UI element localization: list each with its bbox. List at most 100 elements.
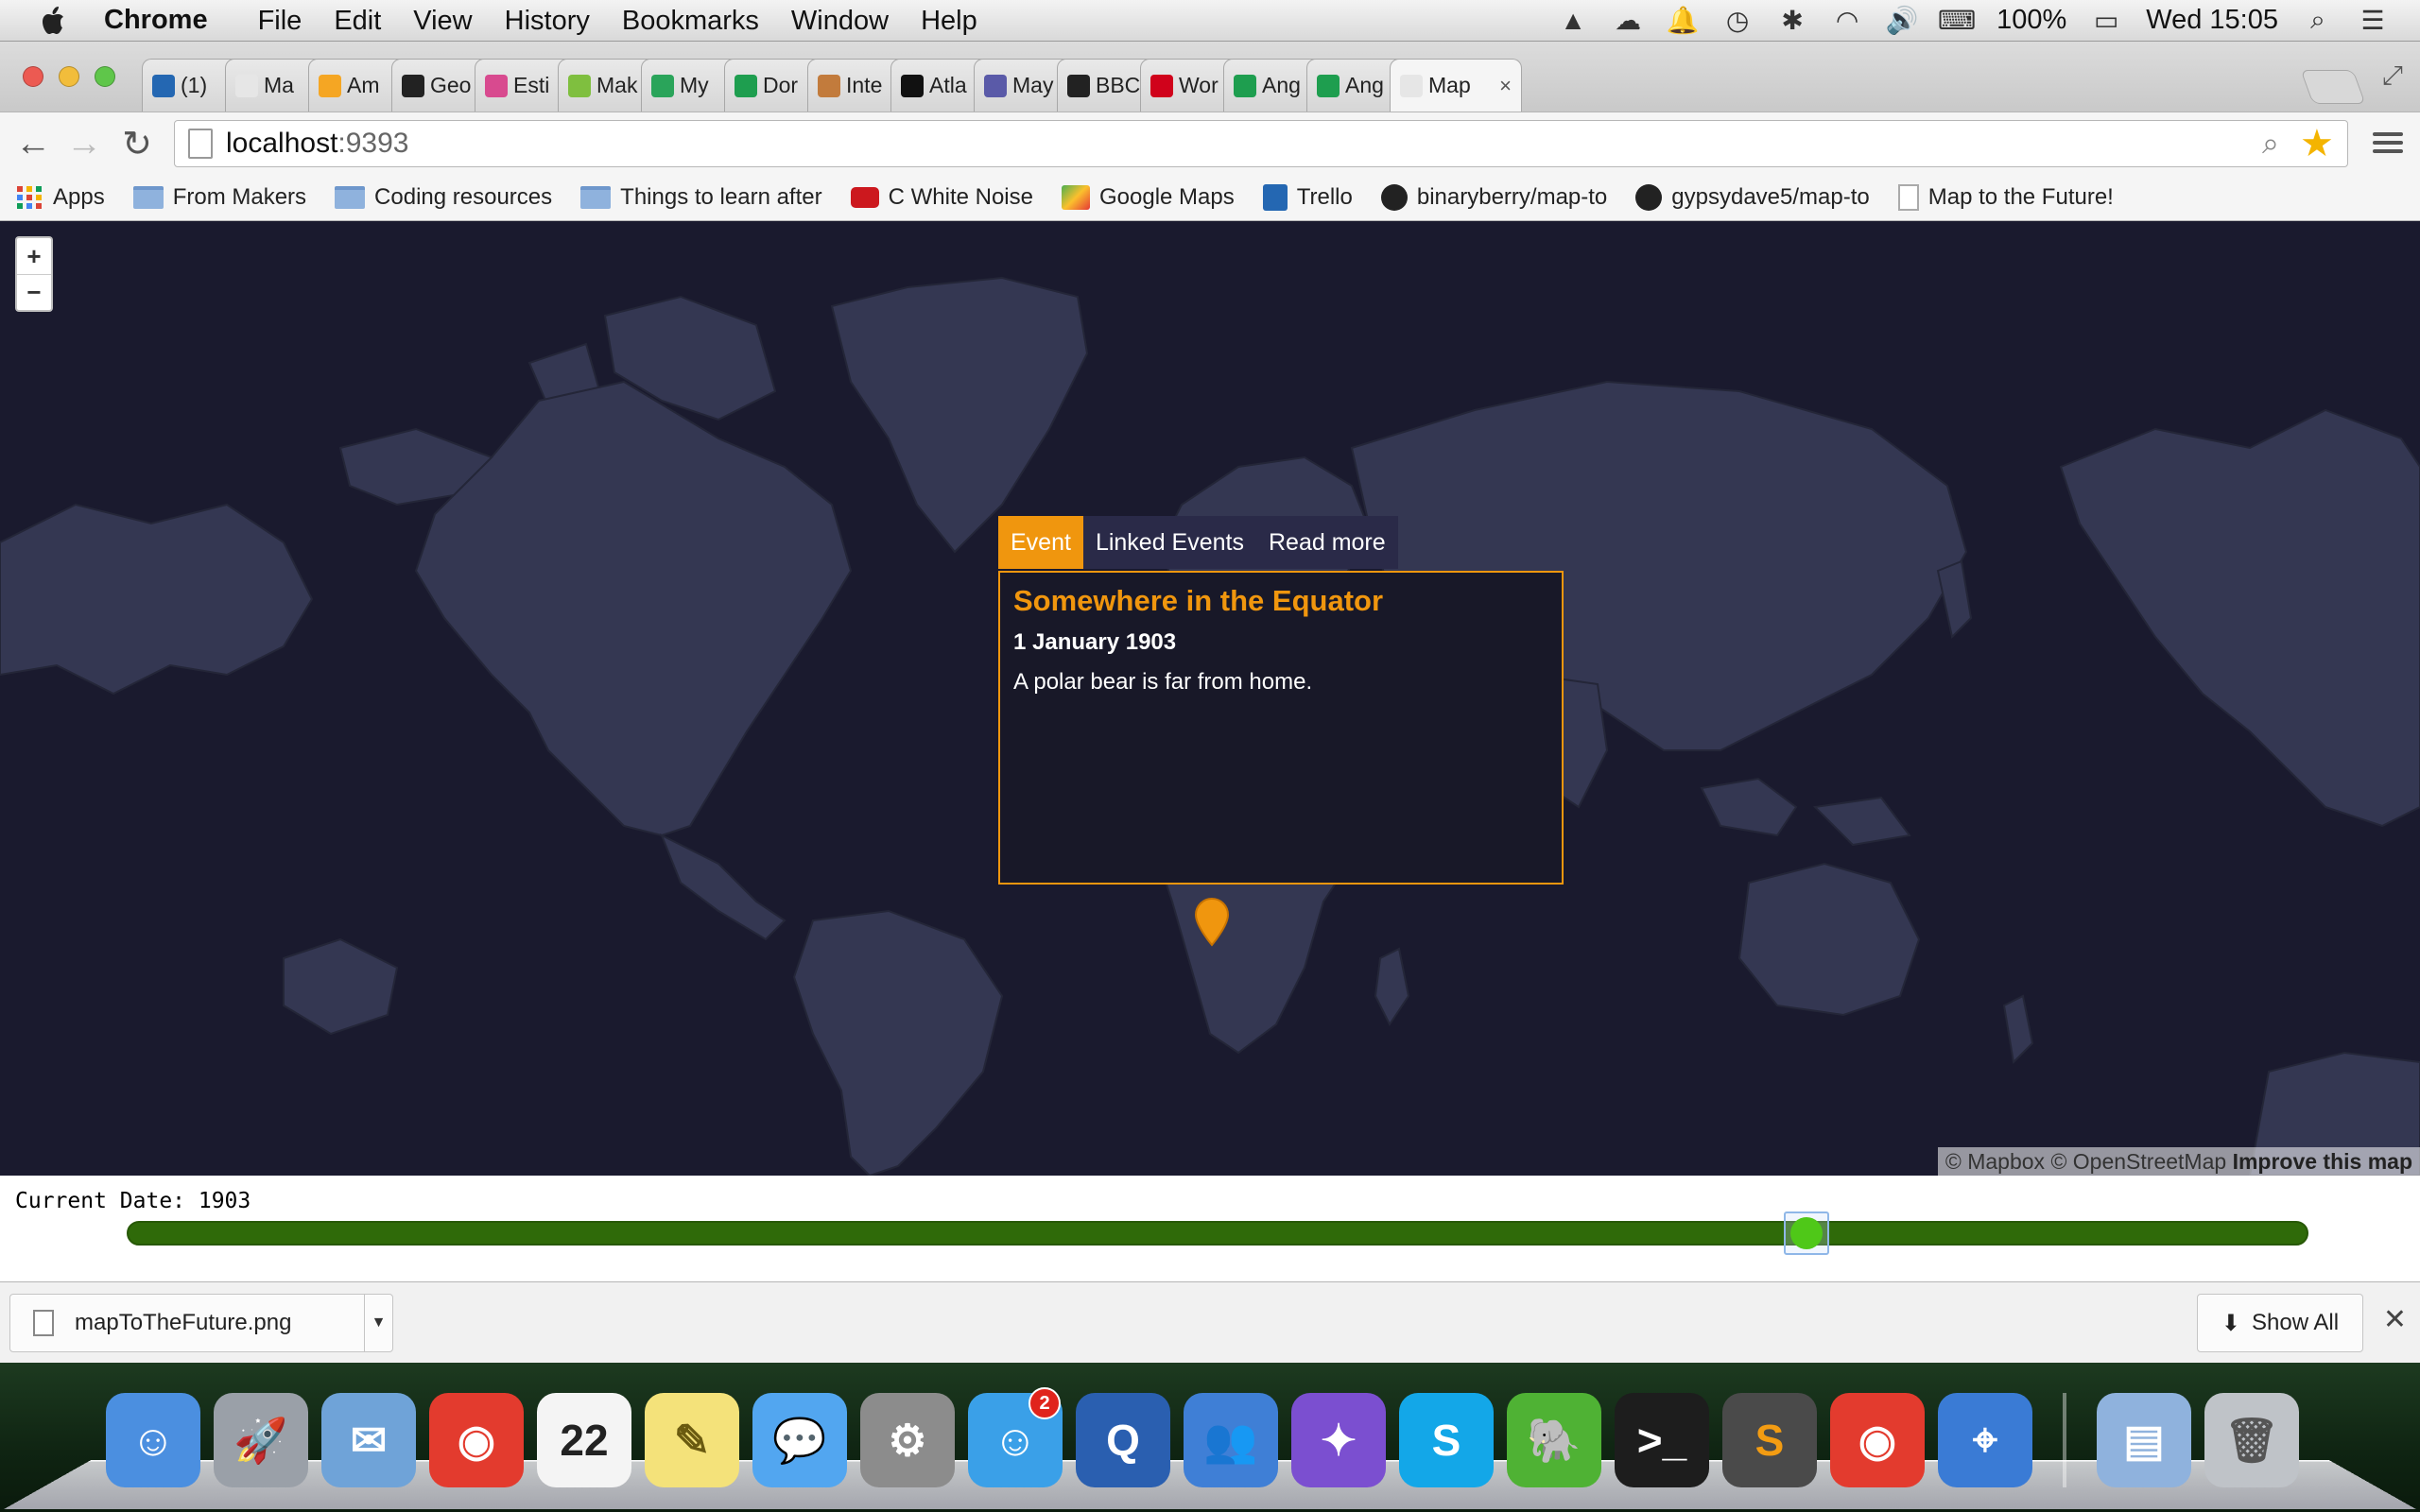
dock-trash-icon[interactable]: 🗑 [2204, 1393, 2299, 1487]
menu-view[interactable]: View [397, 0, 488, 42]
dock-sublime-text-icon[interactable]: S [1722, 1393, 1817, 1487]
notification-bell-icon[interactable]: 🔔 [1667, 6, 1700, 36]
battery-percent[interactable]: 100% [1996, 5, 2066, 36]
tab-linked-events[interactable]: Linked Events [1082, 516, 1256, 569]
back-arrow-icon[interactable]: ← [11, 122, 55, 165]
map-marker-icon[interactable] [1193, 898, 1231, 947]
bookmark-label: Apps [53, 183, 105, 210]
world-map[interactable]: + − Event Linked Events Read more Somewh… [0, 221, 2420, 1176]
bookmark-from-makers[interactable]: From Makers [132, 184, 306, 211]
bookmark-white-noise[interactable]: C White Noise [850, 183, 1033, 211]
dock-calendar-icon[interactable]: 22 [537, 1393, 631, 1487]
show-all-downloads-button[interactable]: ⬇ Show All [2197, 1294, 2363, 1352]
dock-launchpad-icon[interactable]: 🚀 [214, 1393, 308, 1487]
window-close-button[interactable] [23, 66, 43, 87]
app-name-menu[interactable]: Chrome [104, 5, 242, 36]
bookmark-things-to-learn[interactable]: Things to learn after [580, 184, 822, 211]
fullscreen-icon[interactable]: ⤢ [2382, 60, 2403, 92]
timeline-slider-track[interactable] [127, 1221, 2308, 1246]
time-machine-icon[interactable]: ◷ [1722, 6, 1753, 36]
dock-downloads-folder-icon[interactable]: ▤ [2097, 1393, 2191, 1487]
makers-icon [568, 74, 591, 97]
bookmark-coding-resources[interactable]: Coding resources [335, 184, 552, 211]
volume-icon[interactable]: 🔊 [1886, 6, 1919, 36]
google-drive-icon[interactable]: ▲ [1558, 6, 1588, 36]
browser-tab[interactable]: Map × [1390, 59, 1522, 112]
dock-chrome-icon[interactable]: ◉ [429, 1393, 524, 1487]
dock-mail-icon[interactable]: ✉ [321, 1393, 416, 1487]
osm-link[interactable]: © OpenStreetMap [2050, 1149, 2226, 1174]
bookmark-label: binaryberry/map-to [1416, 183, 1608, 210]
battery-icon[interactable]: ▭ [2091, 6, 2121, 36]
timeline-slider-handle[interactable] [1784, 1211, 1830, 1255]
window-minimize-button[interactable] [59, 66, 79, 87]
download-filename: mapToTheFuture.png [75, 1310, 292, 1335]
dock-notes-icon[interactable]: ✎ [645, 1393, 739, 1487]
spotlight-search-icon[interactable]: ⌕ [2303, 5, 2333, 36]
menu-window[interactable]: Window [775, 0, 905, 42]
menu-bookmarks[interactable]: Bookmarks [606, 0, 775, 42]
zoom-magnifier-icon[interactable]: ⌕ [2262, 126, 2300, 162]
new-tab-button[interactable] [2300, 70, 2366, 104]
dock-glyph: >_ [1636, 1416, 1687, 1465]
menu-history[interactable]: History [489, 0, 606, 42]
tab-event[interactable]: Event [998, 516, 1083, 569]
bookmark-star-icon[interactable]: ★ [2300, 122, 2347, 165]
github-icon [1380, 183, 1408, 211]
bluetooth-icon[interactable]: ✱ [1777, 6, 1807, 36]
dock-keynote-icon[interactable]: ⌖ [1938, 1393, 2032, 1487]
bookmark-trello[interactable]: Trello [1262, 183, 1353, 211]
dock-evernote-icon[interactable]: 🐘 [1507, 1393, 1601, 1487]
event-description: A polar bear is far from home. [1013, 669, 1313, 695]
reload-icon[interactable]: ↻ [115, 122, 159, 165]
wifi-icon[interactable]: ◠ [1832, 6, 1862, 36]
zoom-out-button[interactable]: − [17, 274, 51, 310]
folder-icon [132, 185, 164, 209]
close-icon[interactable]: ✕ [2383, 1303, 2407, 1336]
dock-glyph: ✉ [350, 1416, 388, 1465]
menu-file[interactable]: File [242, 0, 319, 42]
bookmark-google-maps[interactable]: Google Maps [1061, 184, 1235, 211]
apple-menu-icon[interactable] [0, 0, 104, 42]
dock-chat-icon[interactable]: ☺ 2 [968, 1387, 1063, 1487]
window-zoom-button[interactable] [95, 66, 115, 87]
chrome-menu-icon[interactable] [2369, 124, 2407, 162]
dock-contacts-icon[interactable]: 👥 [1184, 1393, 1278, 1487]
page-icon [1400, 74, 1423, 97]
dock-system-preferences-icon[interactable]: ⚙ [860, 1393, 955, 1487]
download-item[interactable]: mapToTheFuture.png ▼ [9, 1294, 393, 1352]
bookmark-gypsydave5[interactable]: gypsydave5/map-to [1635, 183, 1870, 211]
dock-chrome-2-icon[interactable]: ◉ [1830, 1393, 1925, 1487]
image-file-icon [33, 1310, 54, 1336]
zoom-in-button[interactable]: + [17, 238, 51, 274]
tab-read-more[interactable]: Read more [1255, 516, 1398, 569]
dock-separator [2063, 1393, 2066, 1487]
improve-map-link[interactable]: Improve this map [2233, 1149, 2412, 1174]
dock-glyph: ⌖ [1973, 1415, 1997, 1464]
forward-arrow-icon[interactable]: → [62, 122, 106, 165]
mapbox-link[interactable]: © Mapbox [1945, 1149, 2045, 1174]
bookmark-binaryberry[interactable]: binaryberry/map-to [1380, 183, 1608, 211]
tab-close-icon[interactable]: × [1499, 74, 1512, 98]
menu-edit[interactable]: Edit [318, 0, 397, 42]
chevron-down-icon[interactable]: ▼ [364, 1294, 392, 1352]
dock-glyph: 💬 [772, 1415, 827, 1465]
dock-skype-icon[interactable]: S [1399, 1393, 1494, 1487]
bookmark-label: Map to the Future! [1927, 183, 2114, 210]
notification-center-icon[interactable]: ☰ [2358, 6, 2388, 36]
menu-help[interactable]: Help [905, 0, 994, 42]
cloud-sync-icon[interactable]: ☁ [1613, 6, 1643, 36]
globe-icon [1150, 74, 1173, 97]
bookmark-label: C White Noise [888, 183, 1033, 210]
menubar-clock[interactable]: Wed 15:05 [2146, 5, 2278, 36]
address-bar[interactable]: localhost :9393 ⌕ ★ [174, 120, 2348, 167]
dock-terminal-icon[interactable]: >_ [1615, 1393, 1709, 1487]
bookmark-apps[interactable]: Apps [15, 184, 105, 211]
bookmark-map-to-the-future[interactable]: Map to the Future! [1897, 183, 2114, 211]
dock-messages-icon[interactable]: 💬 [752, 1393, 847, 1487]
keyboard-input-icon[interactable]: ⌨ [1938, 6, 1976, 36]
dock-quicktime-icon[interactable]: Q [1076, 1393, 1170, 1487]
map-attribution: © Mapbox © OpenStreetMap Improve this ma… [1937, 1147, 2420, 1176]
dock-app-store-helmet-icon[interactable]: ✦ [1291, 1393, 1386, 1487]
dock-finder-icon[interactable]: ☺ [106, 1393, 200, 1487]
